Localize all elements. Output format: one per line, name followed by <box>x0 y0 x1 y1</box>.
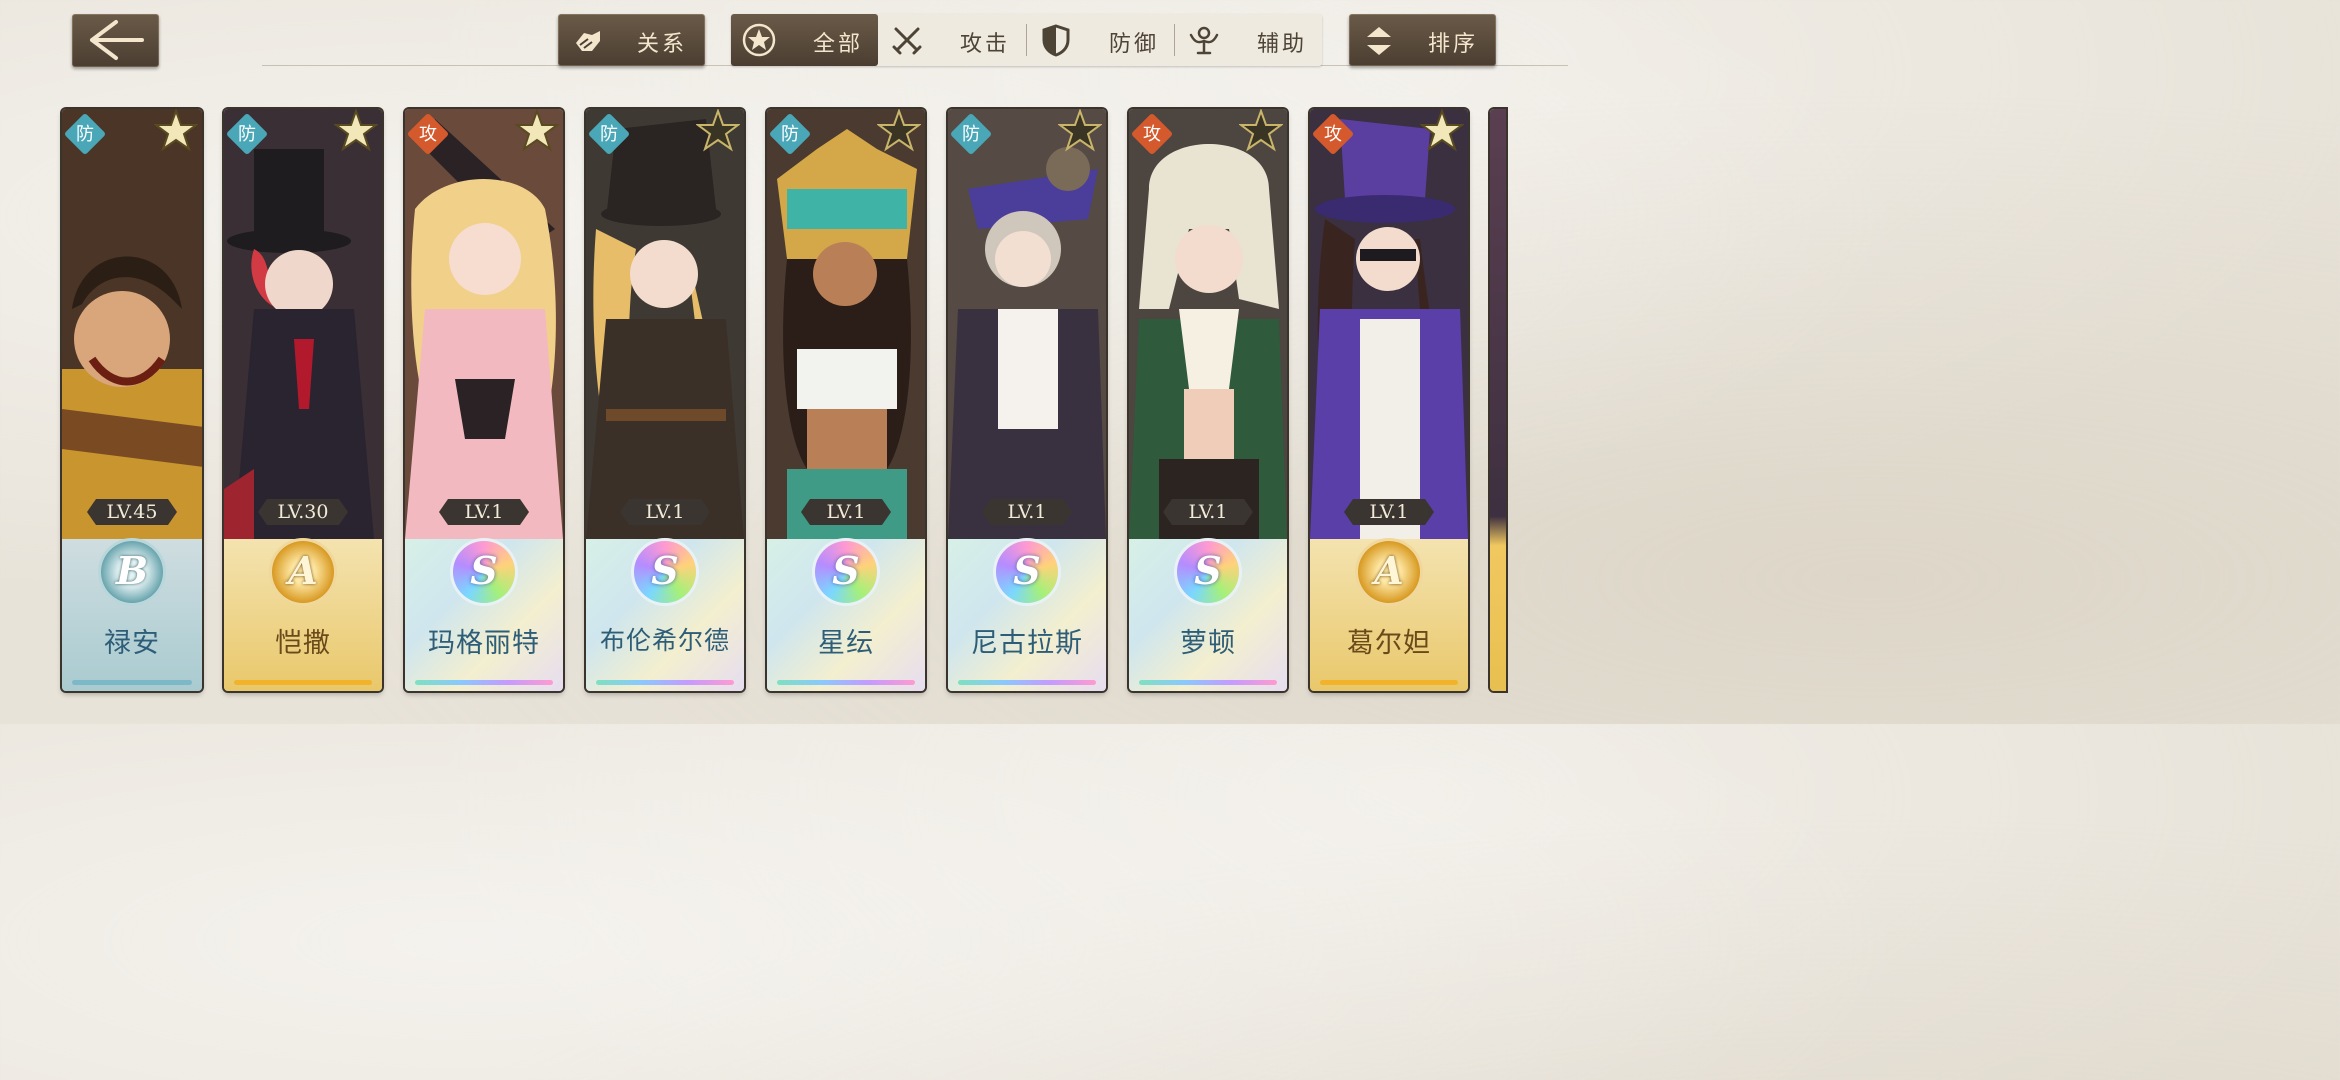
filter-label-all: 全部 <box>813 32 864 57</box>
star-circle-icon <box>742 23 776 57</box>
level-label: LV.1 <box>439 499 529 525</box>
character-name: 禄安 <box>104 628 160 659</box>
character-card[interactable]: 防 LV.45 B 禄安 <box>62 109 202 691</box>
rank-badge: A <box>272 541 334 603</box>
crossed-swords-icon <box>892 27 922 55</box>
filter-label-attack: 攻击 <box>960 32 1011 57</box>
star-icon <box>877 109 921 152</box>
character-portrait <box>948 109 1106 539</box>
star-icon <box>154 109 198 152</box>
character-name: 玛格丽特 <box>428 628 540 659</box>
level-label: LV.30 <box>258 499 348 525</box>
filter-label-defense: 防御 <box>1109 32 1160 57</box>
star-icon <box>515 109 559 152</box>
star-icon <box>1058 109 1102 152</box>
star-icon <box>334 109 378 152</box>
role-text: 防 <box>76 124 94 145</box>
filter-tab-support[interactable]: 辅助 <box>1175 14 1322 66</box>
sort-button[interactable]: 排序 <box>1349 14 1496 66</box>
character-card[interactable]: 攻 LV.1 S 玛格丽特 <box>405 109 563 691</box>
level-label: LV.1 <box>1344 499 1434 525</box>
card-progress-bar <box>415 680 553 685</box>
level-label: LV.1 <box>620 499 710 525</box>
character-portrait <box>405 109 563 539</box>
card-progress-bar <box>1139 680 1277 685</box>
character-card[interactable]: 防 LV.30 A 恺撒 <box>224 109 382 691</box>
character-name: 布伦希尔德 <box>599 626 730 655</box>
support-figure-icon <box>1189 26 1219 55</box>
rank-badge: A <box>1358 541 1420 603</box>
character-name: 葛尔妲 <box>1347 628 1431 659</box>
rank-badge: S <box>996 541 1058 603</box>
card-progress-bar <box>777 680 915 685</box>
role-text: 防 <box>781 124 799 145</box>
role-text: 攻 <box>1324 124 1342 145</box>
filter-label-support: 辅助 <box>1257 32 1308 57</box>
character-card[interactable]: 防 LV.1 S 尼古拉斯 <box>948 109 1106 691</box>
star-icon <box>1420 109 1464 152</box>
character-card[interactable]: 防 LV.1 S 星纭 <box>767 109 925 691</box>
character-portrait <box>767 109 925 539</box>
card-progress-bar <box>1320 680 1458 685</box>
character-card[interactable]: 攻 LV.1 A 葛尔妲 <box>1310 109 1468 691</box>
relation-button[interactable]: 关系 <box>558 14 705 66</box>
role-text: 防 <box>238 124 256 145</box>
role-text: 防 <box>962 124 980 145</box>
handshake-icon <box>576 31 600 51</box>
back-button[interactable] <box>72 14 159 67</box>
character-name: 尼古拉斯 <box>971 628 1083 659</box>
role-filter-bar: 全部 攻击 防御 辅助 <box>731 14 1322 66</box>
rank-badge: S <box>634 541 696 603</box>
role-text: 攻 <box>419 124 437 145</box>
rank-badge: B <box>101 541 163 603</box>
role-text: 攻 <box>1143 124 1161 145</box>
level-label: LV.45 <box>87 499 177 525</box>
filter-tab-attack[interactable]: 攻击 <box>878 14 1026 66</box>
card-progress-bar <box>596 680 734 685</box>
card-progress-bar <box>72 680 192 685</box>
character-portrait <box>1310 109 1468 539</box>
sort-updown-icon <box>1367 27 1391 55</box>
shield-icon <box>1042 24 1070 57</box>
star-icon <box>1239 109 1283 152</box>
filter-tab-all[interactable]: 全部 <box>731 14 878 66</box>
card-progress-bar <box>234 680 372 685</box>
card-progress-bar <box>958 680 1096 685</box>
character-card-partial[interactable] <box>1490 109 1506 691</box>
character-card[interactable]: 攻 LV.1 S 萝顿 <box>1129 109 1287 691</box>
character-name: 星纭 <box>818 628 874 659</box>
character-portrait <box>62 109 202 539</box>
filter-tab-defense[interactable]: 防御 <box>1027 14 1174 66</box>
star-icon <box>696 109 740 152</box>
rank-badge: S <box>453 541 515 603</box>
level-label: LV.1 <box>1163 499 1253 525</box>
character-name: 萝顿 <box>1180 628 1236 659</box>
character-portrait <box>586 109 744 539</box>
back-arrow-icon <box>90 20 144 60</box>
role-text: 防 <box>600 124 618 145</box>
character-name: 恺撒 <box>275 628 331 659</box>
level-label: LV.1 <box>982 499 1072 525</box>
character-card[interactable]: 防 LV.1 S 布伦希尔德 <box>586 109 744 691</box>
relation-label: 关系 <box>636 32 687 57</box>
character-portrait <box>224 109 382 539</box>
character-portrait <box>1129 109 1287 539</box>
level-label: LV.1 <box>801 499 891 525</box>
rank-badge: S <box>1177 541 1239 603</box>
rank-badge: S <box>815 541 877 603</box>
sort-label: 排序 <box>1427 32 1478 57</box>
